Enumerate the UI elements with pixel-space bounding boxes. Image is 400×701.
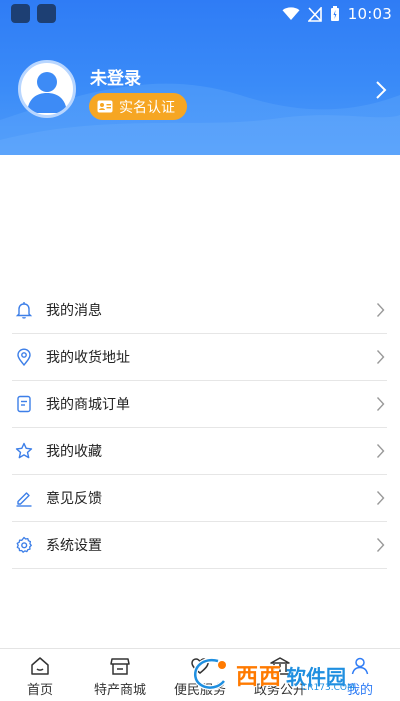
bell-icon: [14, 300, 34, 320]
menu-item-label: 我的商城订单: [46, 397, 130, 413]
menu-item-label: 意见反馈: [46, 491, 102, 507]
verify-label: 实名认证: [119, 99, 175, 116]
chevron-right-icon: [376, 303, 385, 317]
location-pin-icon: [14, 347, 34, 367]
tab-label: 特产商城: [93, 683, 146, 698]
wifi-icon: [282, 7, 300, 20]
menu-item-orders[interactable]: 我的商城订单: [12, 381, 387, 428]
chevron-right-icon: [376, 491, 385, 505]
star-icon: [14, 441, 34, 461]
chevron-right-icon: [376, 350, 385, 364]
menu-item-label: 我的消息: [46, 303, 102, 319]
profile-header: 10:03 未登录 实名认证: [0, 0, 400, 155]
menu-item-label: 我的收藏: [46, 444, 102, 460]
watermark-swirl-icon: [192, 657, 226, 690]
status-time: 10:03: [347, 5, 392, 23]
notification-app-icon: [11, 4, 30, 23]
watermark-domain: CR173.COM: [301, 683, 355, 693]
home-icon: [31, 657, 49, 675]
menu-item-label: 系统设置: [46, 538, 102, 554]
edit-pen-icon: [14, 488, 34, 508]
document-icon: [14, 394, 34, 414]
real-name-verify-button[interactable]: 实名认证: [89, 93, 187, 120]
default-user-avatar-icon: [27, 72, 67, 113]
no-signal-icon: [307, 6, 322, 22]
gear-icon: [14, 535, 34, 555]
menu-item-label: 我的收货地址: [46, 350, 130, 366]
menu-item-feedback[interactable]: 意见反馈: [12, 475, 387, 522]
id-card-icon: [97, 100, 113, 113]
chevron-right-icon: [376, 538, 385, 552]
watermark-brand: 西西: [236, 665, 283, 690]
chevron-right-icon: [376, 444, 385, 458]
menu-item-settings[interactable]: 系统设置: [12, 522, 387, 569]
watermark-logo: 西西 软件园 CR173.COM: [188, 650, 378, 700]
user-name[interactable]: 未登录: [90, 64, 141, 89]
chevron-right-icon[interactable]: [374, 80, 388, 100]
tab-home[interactable]: 首页: [0, 655, 80, 698]
tab-specialty-mall[interactable]: 特产商城: [80, 655, 160, 698]
avatar[interactable]: [18, 60, 76, 118]
menu-item-favorites[interactable]: 我的收藏: [12, 428, 387, 475]
battery-icon: [330, 6, 339, 21]
profile-menu-list: 我的消息 我的收货地址 我的商城订单 我的收藏 意见反馈 系统设置: [12, 287, 387, 569]
menu-item-address[interactable]: 我的收货地址: [12, 334, 387, 381]
menu-item-messages[interactable]: 我的消息: [12, 287, 387, 334]
tab-label: 首页: [26, 683, 53, 698]
notification-app-icon: [37, 4, 56, 23]
status-bar: 10:03: [0, 0, 400, 28]
store-icon: [110, 658, 130, 675]
chevron-right-icon: [376, 397, 385, 411]
